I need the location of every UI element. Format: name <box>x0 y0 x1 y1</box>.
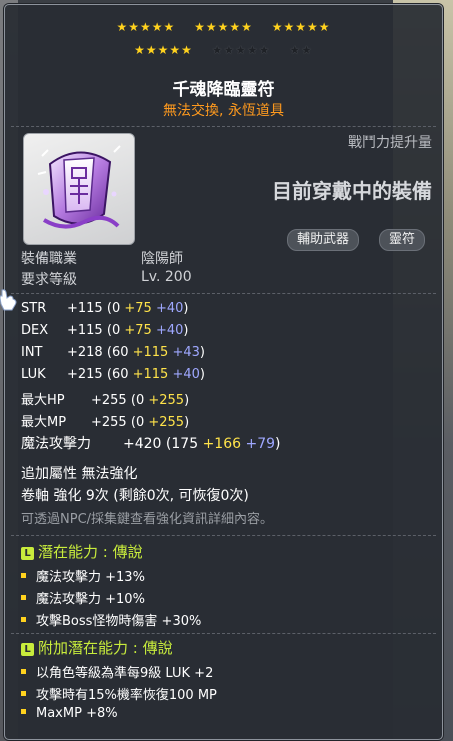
tag-talisman: 靈符 <box>379 229 426 251</box>
power-increase-label: 戰鬥力提升量 <box>348 135 432 151</box>
bullet-icon <box>21 595 26 600</box>
req-level-value: Lv. 200 <box>141 269 192 285</box>
potential-line: 魔法攻擊力 +13% <box>21 566 145 585</box>
stat-int: INT +218 (60 +115 +43) <box>21 345 205 360</box>
divider <box>11 293 436 294</box>
item-tooltip: ★★★★★ ★★★★★ ★★★★★ ★★★★★ ★★★★★ ★★ 千魂降臨靈符 … <box>4 4 443 740</box>
divider <box>11 633 436 634</box>
star-group-3: ★★★★★ <box>271 20 331 34</box>
stat-luk: LUK +215 (60 +115 +40) <box>21 367 205 382</box>
star-group-5: ★★★★★ <box>211 43 271 57</box>
additional-potential-line: 攻擊時有15%機率恢復100 MP <box>21 684 217 703</box>
stat-dex: DEX +115 (0 +75 +40) <box>21 323 189 338</box>
divider <box>11 535 436 536</box>
enhancement-hint: 可透過NPC/採集鍵查看強化資訊詳細內容。 <box>21 512 274 527</box>
additional-potential-line: 以角色等級為準每9級 LUK +2 <box>21 662 213 681</box>
stat-max-hp: 最大HP +255 (0 +255) <box>21 393 190 408</box>
bullet-icon <box>21 691 26 696</box>
potential-header: L 潛在能力 : 傳說 <box>21 541 143 562</box>
stat-magic-attack: 魔法攻擊力 +420 (175 +166 +79) <box>21 436 281 452</box>
req-job-value: 陰陽師 <box>141 251 183 267</box>
legendary-grade-icon: L <box>21 643 34 656</box>
talisman-icon <box>37 145 121 229</box>
bullet-icon <box>21 709 26 714</box>
stat-str: STR +115 (0 +75 +40) <box>21 301 189 316</box>
divider <box>11 126 436 127</box>
tag-secondary-weapon: 輔助武器 <box>287 229 360 251</box>
star-group-6: ★★ <box>289 43 313 57</box>
star-force-row-2: ★★★★★ ★★★★★ ★★ <box>5 43 442 57</box>
legendary-grade-icon: L <box>21 547 34 560</box>
scroll-upgrade-line: 卷軸 強化 9次 (剩餘0次, 可恢復0次) <box>21 488 249 504</box>
star-group-1: ★★★★★ <box>116 20 176 34</box>
req-job-label: 裝備職業 <box>21 251 77 267</box>
bullet-icon <box>21 573 26 578</box>
additional-potential-line: MaxMP +8% <box>21 706 118 721</box>
potential-line: 魔法攻擊力 +10% <box>21 588 145 607</box>
star-group-4: ★★★★★ <box>134 43 193 57</box>
item-icon-frame <box>23 133 135 245</box>
power-increase-value: 目前穿戴中的裝備 <box>272 179 432 203</box>
bullet-icon <box>21 669 26 674</box>
star-force-row-1: ★★★★★ ★★★★★ ★★★★★ <box>5 20 442 34</box>
additional-potential-header: L 附加潛在能力 : 傳說 <box>21 637 173 658</box>
cursor-icon <box>0 289 17 311</box>
potential-line: 攻擊Boss怪物時傷害 +30% <box>21 610 201 629</box>
bonus-attribute-line: 追加屬性 無法強化 <box>21 466 138 482</box>
item-trade-status: 無法交換, 永恆道具 <box>163 103 284 119</box>
bullet-icon <box>21 617 26 622</box>
item-name: 千魂降臨靈符 <box>172 80 275 100</box>
star-group-2: ★★★★★ <box>194 20 253 34</box>
stat-max-mp: 最大MP +255 (0 +255) <box>21 415 190 430</box>
req-level-label: 要求等級 <box>21 272 77 288</box>
